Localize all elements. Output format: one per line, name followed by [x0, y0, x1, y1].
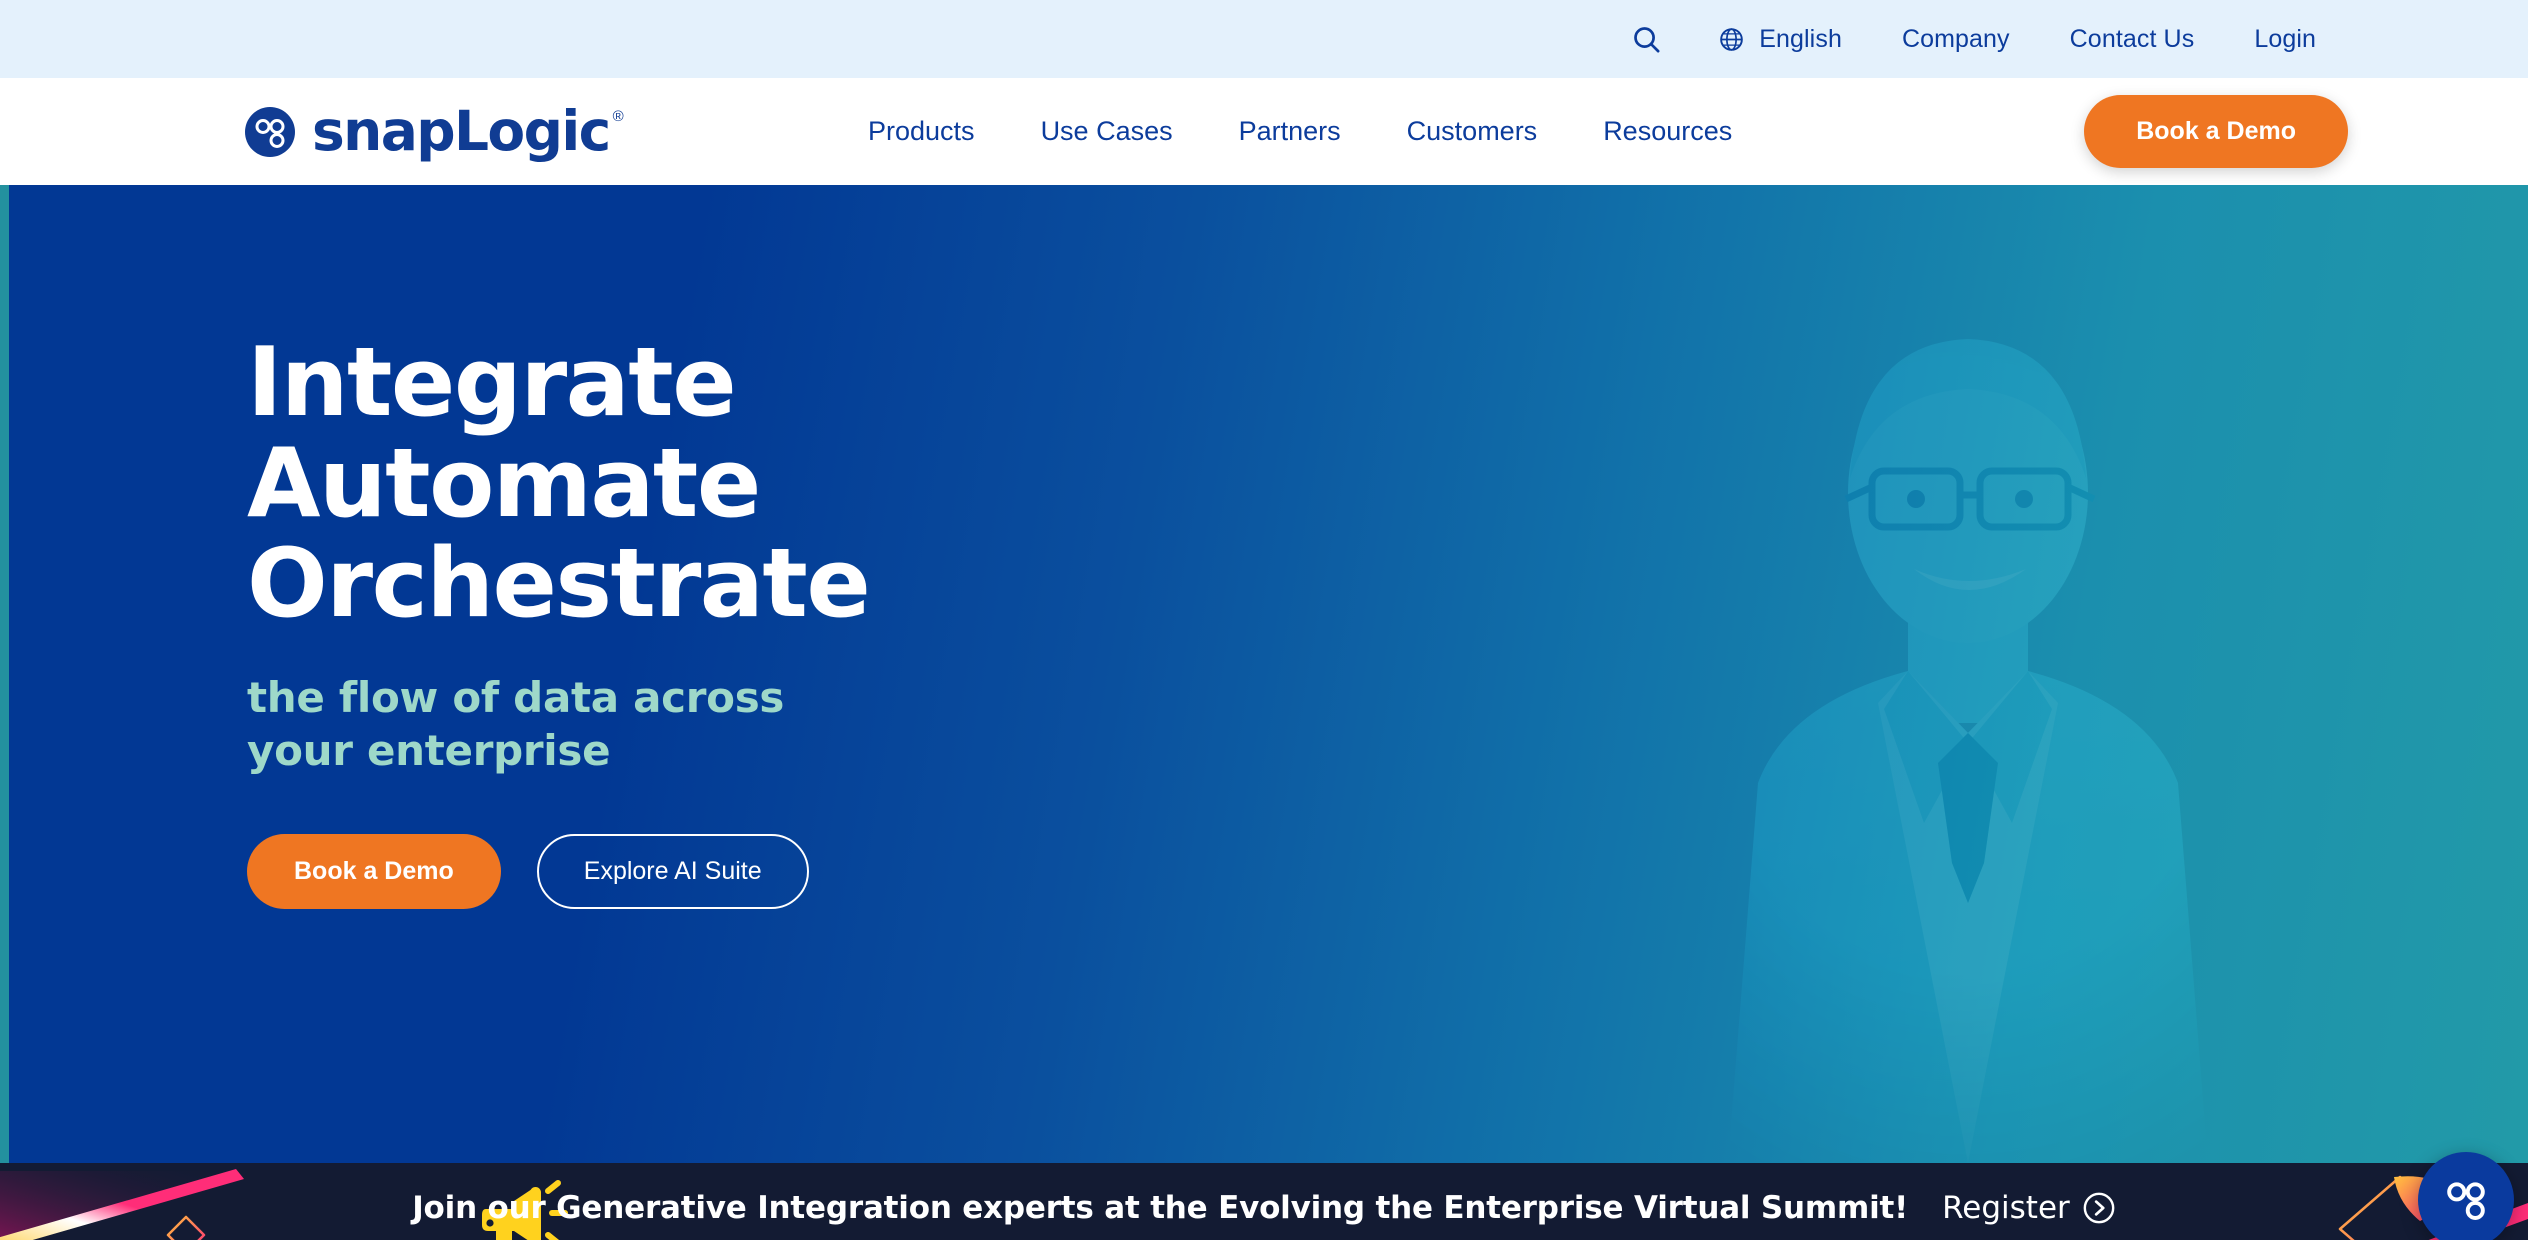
- logo-text: snapLogic: [312, 99, 611, 163]
- utility-link-company[interactable]: Company: [1872, 26, 2040, 52]
- hero-cta-group: Book a Demo Explore AI Suite: [247, 834, 1247, 910]
- hero-book-a-demo-button[interactable]: Book a Demo: [247, 834, 501, 910]
- utility-link-login[interactable]: Login: [2224, 26, 2346, 52]
- nav-item-use-cases[interactable]: Use Cases: [1008, 118, 1206, 145]
- hero-explore-ai-suite-button[interactable]: Explore AI Suite: [536, 834, 809, 910]
- hero-headline-line-1: Integrate: [247, 328, 737, 438]
- nav-item-customers[interactable]: Customers: [1374, 118, 1571, 145]
- banner-register-label: Register: [1942, 1189, 2070, 1226]
- snaplogic-logo-icon: [245, 106, 295, 157]
- banner-message: Join our Generative Integration experts …: [412, 1189, 1909, 1226]
- main-navigation: Products Use Cases Partners Customers Re…: [835, 118, 1765, 145]
- nav-item-products[interactable]: Products: [835, 118, 1008, 145]
- utility-link-contact-us[interactable]: Contact Us: [2040, 26, 2225, 52]
- announcement-banner: Join our Generative Integration experts …: [0, 1163, 2528, 1240]
- utility-links: English Company Contact Us Login: [1605, 24, 2346, 55]
- banner-register-link[interactable]: Register: [1942, 1190, 2116, 1226]
- hero-headline: Integrate Automate Orchestrate: [247, 333, 1247, 635]
- hero-portrait-image: [1728, 339, 2208, 1163]
- hero-headline-line-3: Orchestrate: [247, 529, 871, 640]
- nav-item-resources[interactable]: Resources: [1570, 118, 1765, 145]
- logo-registered-mark: ®: [612, 108, 624, 125]
- hero-headline-line-2: Automate: [247, 428, 761, 539]
- arrow-right-circle-icon: [2083, 1192, 2115, 1223]
- language-label: English: [1759, 24, 1842, 53]
- search-button[interactable]: [1605, 24, 1688, 55]
- globe-icon: [1720, 27, 1744, 51]
- chat-widget-button[interactable]: [2418, 1152, 2514, 1240]
- snaplogic-logo[interactable]: snapLogic ®: [245, 104, 624, 159]
- search-icon: [1634, 26, 1660, 52]
- nav-item-partners[interactable]: Partners: [1206, 118, 1374, 145]
- language-selector[interactable]: English: [1688, 26, 1872, 53]
- main-header: snapLogic ® Products Use Cases Partners …: [0, 78, 2528, 185]
- page-root: English Company Contact Us Login snapLog…: [0, 0, 2528, 1240]
- hero-section: Integrate Automate Orchestrate the flow …: [0, 185, 2528, 1163]
- header-book-a-demo-button[interactable]: Book a Demo: [2084, 95, 2348, 168]
- snaplogic-chat-icon: [2447, 1182, 2485, 1220]
- utility-bar: English Company Contact Us Login: [0, 0, 2528, 78]
- logo-wordmark: snapLogic ®: [312, 104, 624, 159]
- banner-content: Join our Generative Integration experts …: [0, 1163, 2528, 1240]
- hero-subheadline: the flow of data across your enterprise: [247, 673, 785, 775]
- hero-left-edge-accent: [0, 185, 9, 1163]
- hero-content: Integrate Automate Orchestrate the flow …: [247, 333, 1247, 910]
